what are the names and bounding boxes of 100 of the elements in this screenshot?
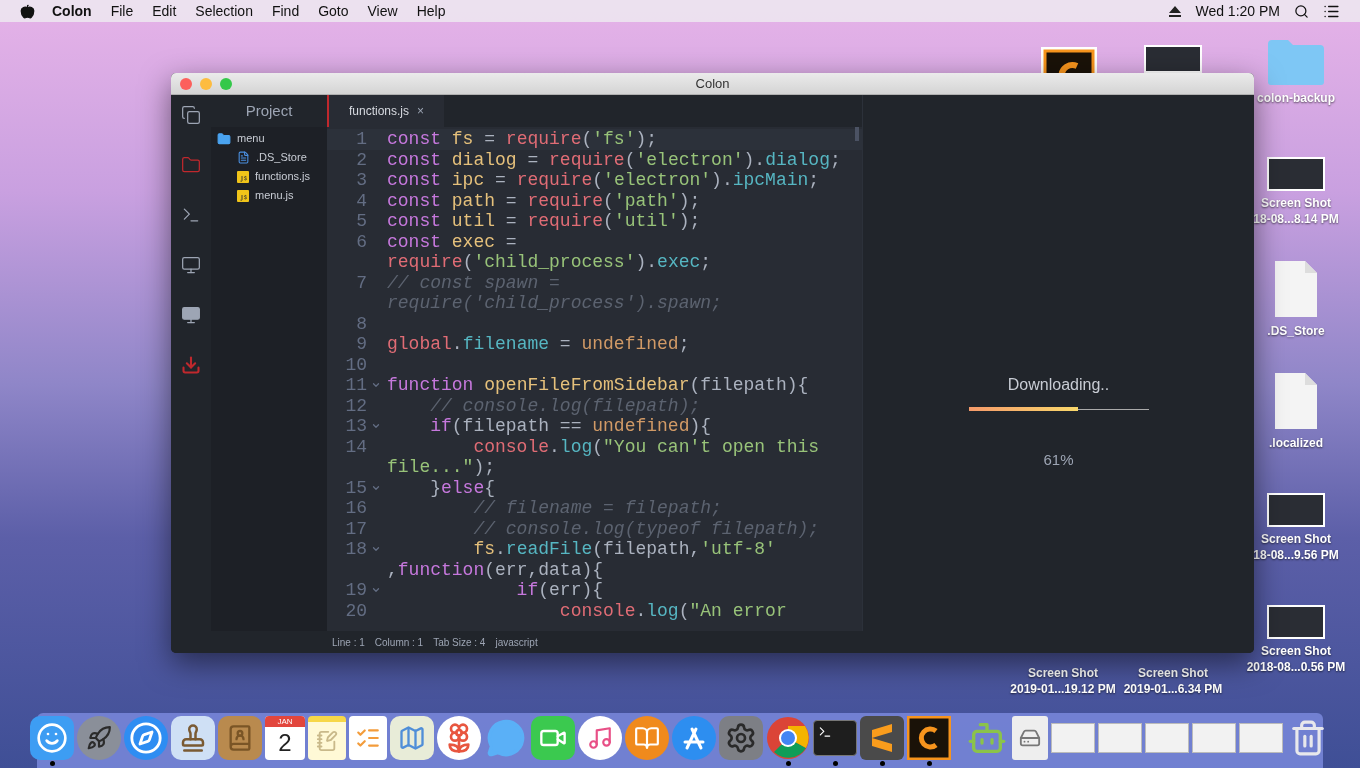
flower-icon[interactable] [437,716,481,760]
code-line: // console.log(typeof filepath); [472,518,820,539]
line-number: 11 [344,375,367,396]
menu-bar-title[interactable]: Find [271,0,300,22]
line-number: 6 [355,231,367,252]
code-line: require('child_process').exec; [387,252,712,273]
window-thumbnail[interactable] [1098,723,1142,753]
menu-bar-title[interactable]: Selection [195,0,253,22]
icon-label: colon-backup [1257,90,1335,106]
window-thumbnail[interactable] [1192,723,1236,753]
code-line: // console.log(filepath); [429,395,701,416]
line-number: 4 [355,190,367,211]
line-number: 17 [344,518,367,539]
c-logo-icon[interactable] [1040,46,1098,74]
line-number: 9 [355,334,367,355]
icon-label: 2018-08...0.56 PM [1246,659,1346,675]
window-thumbnail[interactable] [1239,723,1283,753]
tree-item[interactable]: .DS_Store [256,149,307,166]
editor-tab[interactable]: functions.js × [327,95,445,127]
tree-item[interactable]: menu.js [255,187,294,204]
code-line: const util = require('util'); [387,211,701,232]
terminal-icon[interactable] [813,720,857,756]
calendar-icon[interactable]: JAN 2 [265,716,305,760]
menu-bar-title[interactable]: Help [416,0,446,22]
icon-label: Screen Shot [1028,665,1098,681]
rocket-icon[interactable] [77,716,121,760]
code-line: global.filename = undefined; [387,334,690,355]
line-number: 12 [344,395,367,416]
code-line: function openFileFromSidebar(filepath){ [387,375,809,396]
line-number: 5 [355,211,367,232]
download-percent: 61% [1043,450,1074,470]
screenshot-thumbnail[interactable] [1144,45,1202,73]
compass-icon[interactable] [124,716,168,760]
code-line: }else{ [429,477,496,498]
window-thumbnail[interactable] [1145,723,1189,753]
icon-label: Screen Shot [1260,643,1331,659]
calendar-day: 2 [265,727,305,759]
clock[interactable]: Wed 1:20 PM [1195,0,1280,22]
checklist-icon[interactable] [349,716,387,760]
icon-label: Screen Shot [1260,531,1331,547]
stamp-icon[interactable] [171,716,215,760]
code-line: if(err){ [515,580,604,601]
c-logo-icon[interactable] [907,716,951,760]
browser-logo-icon[interactable] [766,716,810,760]
letter-a-icon[interactable] [672,716,716,760]
menu-bar-title[interactable]: View [367,0,398,22]
eject-icon[interactable] [1169,5,1182,17]
line-number: 20 [344,600,367,621]
folder-icon[interactable] [181,155,201,175]
tab-close-button[interactable]: × [417,102,425,120]
address-book-icon[interactable] [218,716,262,760]
code-line: console.log("An error [558,600,787,621]
line-number: 15 [344,477,367,498]
screenshot-thumbnail[interactable] [1267,157,1325,191]
app-menu[interactable]: Colon [52,0,92,22]
folder-icon [217,131,231,146]
close-window-button[interactable] [180,77,192,90]
document-icon[interactable] [1273,259,1319,319]
music-note-icon[interactable] [578,716,622,760]
search-icon[interactable] [1294,3,1309,19]
screenshot-thumbnail[interactable] [1267,493,1325,527]
icon-label: Screen Shot [1137,665,1208,681]
hard-drive-icon[interactable] [1012,716,1048,760]
open-book-icon[interactable] [625,716,669,760]
s-shape-icon[interactable] [860,716,904,760]
tree-item[interactable]: menu [237,130,265,147]
menu-bar-title[interactable]: Edit [152,0,177,22]
sidebar-title: Project [245,100,293,121]
menu-bar-title[interactable]: File [110,0,134,22]
video-camera-icon[interactable] [531,716,575,760]
gear-icon[interactable] [719,716,763,760]
icon-label: 2019-01...6.34 PM [1123,681,1223,697]
line-number: 18 [344,539,367,560]
status-item: Tab Size : 4 [433,635,486,650]
icon-label: 2019-01...19.12 PM [1010,681,1116,697]
apple-logo-icon[interactable] [20,3,35,19]
line-number: 2 [355,149,367,170]
code-line: // filename = filepath; [472,498,722,519]
document-icon[interactable] [1273,371,1319,431]
map-icon[interactable] [390,716,434,760]
code-line: file..."); [387,457,497,478]
code-line: // const spawn = [387,272,561,293]
status-item: Line : 1 [332,635,365,650]
monitor-icon[interactable] [181,255,201,275]
smiling-face-icon[interactable] [30,716,74,760]
menu-bar-title[interactable]: Goto [318,0,349,22]
scrollbar-thumb[interactable] [855,127,859,141]
code-line: require('child_process').spawn; [387,293,722,314]
line-number: 13 [344,416,367,437]
files-icon[interactable] [181,105,201,125]
js-file-icon [237,170,249,183]
monitor-icon[interactable] [181,305,201,325]
screenshot-thumbnail[interactable] [1267,605,1325,639]
code-line: if(filepath == undefined){ [429,416,712,437]
line-number: 10 [344,354,367,375]
download-icon[interactable] [181,355,201,375]
tree-item[interactable]: functions.js [255,168,311,185]
code-line: const ipc = require('electron').ipcMain; [387,170,820,191]
window-thumbnail[interactable] [1051,723,1095,753]
code-line: const fs = require('fs'); [387,129,658,150]
